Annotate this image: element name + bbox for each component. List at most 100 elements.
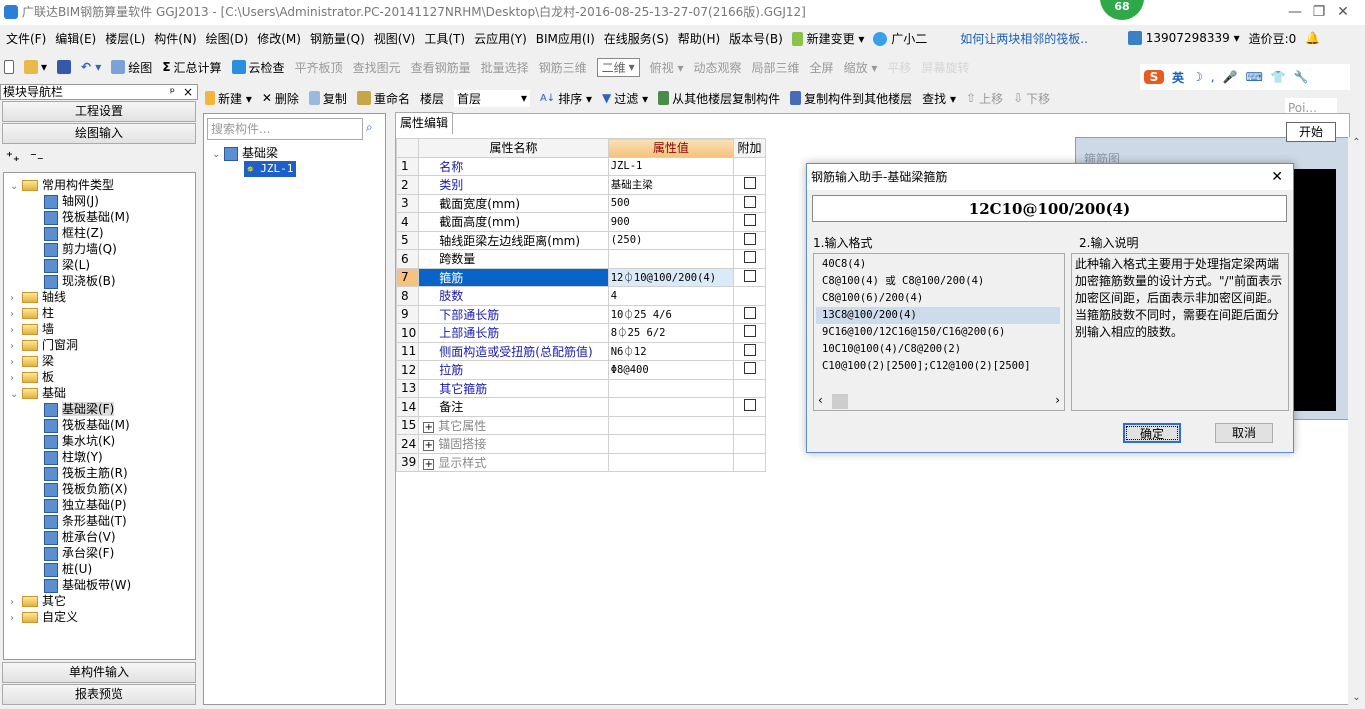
property-value[interactable]: 基础主梁 xyxy=(607,175,735,195)
property-value[interactable]: N6⏀12 xyxy=(607,341,735,361)
scroll-thumb[interactable] xyxy=(832,394,848,409)
new-component-button[interactable]: 新建 ▾ xyxy=(205,90,252,107)
menu-bim[interactable]: BIM应用(I) xyxy=(536,30,595,47)
property-value[interactable] xyxy=(607,397,735,417)
property-row[interactable]: 24 + 锚固搭接 xyxy=(395,434,766,454)
tree-node[interactable]: 轴网(J) xyxy=(44,193,99,209)
rotate-button[interactable]: 屏幕旋转 xyxy=(921,59,969,76)
menu-file[interactable]: 文件(F) xyxy=(6,30,46,47)
format-list-item[interactable]: 13C8@100/200(4) xyxy=(816,307,1060,324)
tree-node[interactable]: › 柱 xyxy=(10,305,54,321)
format-list-item[interactable]: C8@100(4) 或 C8@100/200(4) xyxy=(816,273,1060,290)
property-row[interactable]: 7 箍筋 12⏀10@100/200(4) xyxy=(395,267,766,287)
property-row[interactable]: 11 侧面构造或受扭筋(总配筋值) N6⏀12 xyxy=(395,341,766,361)
tree-node[interactable]: 梁(L) xyxy=(44,257,90,273)
property-row[interactable]: 8 肢数 4 xyxy=(395,286,766,306)
menu-modify[interactable]: 修改(M) xyxy=(257,30,301,47)
tree-node[interactable]: 桩承台(V) xyxy=(44,529,116,545)
property-value[interactable] xyxy=(607,452,735,472)
format-list-item[interactable]: 40C8(4) xyxy=(816,256,1060,273)
tip-link[interactable]: 如何让两块相邻的筏板.. xyxy=(960,30,1088,47)
pin-icon[interactable]: ᵖ xyxy=(170,85,175,99)
property-value[interactable] xyxy=(607,378,735,398)
tree-node[interactable]: 筏板基础(M) xyxy=(44,417,130,433)
bell-icon[interactable]: 🔔 xyxy=(1305,31,1320,45)
local-3d-button[interactable]: 局部三维 xyxy=(752,59,800,76)
start-button[interactable]: 开始 xyxy=(1286,122,1336,142)
format-list-item[interactable]: 10C10@100(4)/C8@200(2) xyxy=(816,341,1060,358)
punctuation-icon[interactable]: , xyxy=(1211,70,1215,84)
tree-node[interactable]: 框柱(Z) xyxy=(44,225,104,241)
draw-input-button[interactable]: 绘图输入 xyxy=(2,123,196,144)
undo-icon[interactable]: ↶ ▾ xyxy=(81,60,101,74)
shirt-icon[interactable]: 👕 xyxy=(1271,70,1286,84)
chevron-down-icon[interactable]: ⌄ xyxy=(10,387,20,403)
property-value[interactable] xyxy=(607,249,735,269)
property-value[interactable]: Φ8@400 xyxy=(607,360,735,380)
property-value[interactable]: 900 xyxy=(607,212,735,232)
find-element-button[interactable]: 查找图元 xyxy=(353,59,401,76)
extra-checkbox[interactable] xyxy=(743,251,756,264)
extra-checkbox[interactable] xyxy=(743,177,756,190)
tree-node[interactable]: 筏板负筋(X) xyxy=(44,481,128,497)
menu-draw[interactable]: 绘图(D) xyxy=(206,30,249,47)
close-button[interactable]: ✕ xyxy=(1320,0,1365,25)
new-file-icon[interactable] xyxy=(4,60,14,74)
project-settings-button[interactable]: 工程设置 xyxy=(2,101,196,122)
find-button[interactable]: 查找 ▾ xyxy=(922,90,956,107)
property-value[interactable]: JZL-1 xyxy=(607,156,735,176)
component-item-jzl-1[interactable]: ✵ JZL-1 xyxy=(244,161,297,177)
copy-from-floor-button[interactable]: 从其他楼层复制构件 xyxy=(658,90,780,107)
ime-lang-toggle[interactable]: 英 xyxy=(1172,69,1184,86)
top-view-button[interactable]: 俯视 ▾ xyxy=(650,59,684,76)
pan-button[interactable]: 平移 xyxy=(887,59,911,76)
format-list-item[interactable]: C10@100(2)[2500];C12@100(2)[2500] xyxy=(816,358,1060,375)
tree-node[interactable]: › 轴线 xyxy=(10,289,66,305)
rename-button[interactable]: 重命名 xyxy=(356,90,410,107)
extra-checkbox[interactable] xyxy=(743,325,756,338)
tree-node[interactable]: › 梁 xyxy=(10,353,54,369)
property-row[interactable]: 5 轴线距梁左边线距离(mm) (250) xyxy=(395,230,766,250)
tree-node[interactable]: 基础梁(F) xyxy=(44,401,115,417)
property-value[interactable]: 8⏀25 6/2 xyxy=(607,323,735,343)
moon-icon[interactable]: ☽ xyxy=(1192,70,1203,84)
menu-help[interactable]: 帮助(H) xyxy=(678,30,720,47)
nav-close-icon[interactable]: × xyxy=(183,85,193,99)
tree-node[interactable]: ⌄ 基础 xyxy=(10,385,66,401)
move-down-button[interactable]: ⇩ 下移 xyxy=(1013,90,1050,107)
new-change-button[interactable]: 新建变更 ▾ xyxy=(791,30,864,47)
tree-node[interactable]: 独立基础(P) xyxy=(44,497,127,513)
tree-node[interactable]: › 墙 xyxy=(10,321,54,337)
property-row[interactable]: 3 截面宽度(mm) 500 xyxy=(395,193,766,213)
tree-node[interactable]: › 自定义 xyxy=(10,609,78,625)
expand-plus-icon[interactable]: + xyxy=(423,421,435,433)
tree-node[interactable]: ⌄ 常用构件类型 xyxy=(10,177,114,193)
property-row[interactable]: 1 名称 JZL-1 xyxy=(395,156,766,176)
extra-checkbox[interactable] xyxy=(743,362,756,375)
expand-plus-icon[interactable]: + xyxy=(423,458,435,470)
property-row[interactable]: 12 拉筋 Φ8@400 xyxy=(395,360,766,380)
property-row[interactable]: 13 其它箍筋 xyxy=(395,378,766,398)
menu-tools[interactable]: 工具(T) xyxy=(424,30,465,47)
floor-select[interactable]: 首层 ▾ xyxy=(453,89,530,107)
property-value[interactable]: 12⏀10@100/200(4) xyxy=(607,267,735,287)
property-row[interactable]: 9 下部通长筋 10⏀25 4/6 xyxy=(395,304,766,324)
tree-node[interactable]: 现浇板(B) xyxy=(44,273,116,289)
tree-node[interactable]: 筏板基础(M) xyxy=(44,209,130,225)
format-list-item[interactable]: 9C16@100/12C16@150/C16@200(6) xyxy=(816,324,1060,341)
tab-property-edit[interactable]: 属性编辑 xyxy=(395,112,453,134)
scroll-right-icon[interactable]: › xyxy=(1055,393,1060,407)
chevron-right-icon[interactable]: › xyxy=(10,611,20,627)
tree-node[interactable]: 剪力墙(Q) xyxy=(44,241,117,257)
tree-node[interactable]: 条形基础(T) xyxy=(44,513,127,529)
scroll-left-icon[interactable]: ‹ xyxy=(818,393,823,407)
horizontal-scrollbar[interactable]: ‹ › xyxy=(814,393,1064,410)
single-input-button[interactable]: 单构件输入 xyxy=(2,662,196,683)
fullscreen-button[interactable]: 全屏 xyxy=(810,59,834,76)
tree-node[interactable]: 集水坑(K) xyxy=(44,433,115,449)
rebar-code-input[interactable]: 12C10@100/200(4) xyxy=(812,195,1287,222)
menu-cloud[interactable]: 云应用(Y) xyxy=(474,30,527,47)
delete-button[interactable]: ✕ 删除 xyxy=(262,90,299,107)
account-button[interactable]: 13907298339 ▾ xyxy=(1127,31,1240,46)
property-value[interactable] xyxy=(607,434,735,454)
